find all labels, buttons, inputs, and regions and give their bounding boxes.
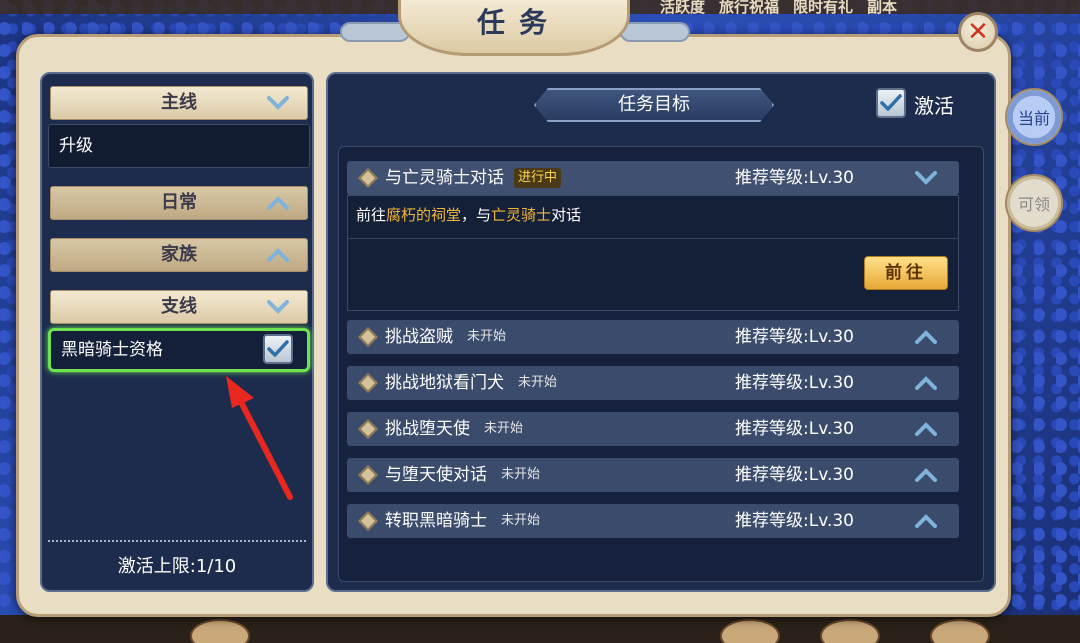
task-name: 挑战盗贼 — [385, 327, 453, 347]
task-name: 与堕天使对话 — [385, 465, 487, 485]
background-tab[interactable]: 限时有礼 — [793, 0, 853, 17]
task-status: 未开始 — [501, 467, 541, 482]
activate-checkbox[interactable] — [876, 88, 906, 118]
background-bottom-button[interactable] — [190, 619, 250, 643]
task-name: 挑战地狱看门犬 — [385, 373, 504, 393]
chevron-down-icon — [915, 171, 937, 185]
task-row[interactable]: 与堕天使对话 未开始 推荐等级:Lv.30 — [347, 458, 959, 492]
background-tab[interactable]: 活跃度 — [660, 0, 705, 17]
task-level: 推荐等级:Lv.30 — [735, 511, 854, 531]
category-family[interactable]: 家族 — [50, 238, 308, 272]
diamond-icon — [358, 373, 378, 393]
category-side[interactable]: 支线 — [50, 290, 308, 324]
category-label: 主线 — [161, 92, 197, 113]
close-icon: ✕ — [967, 17, 989, 47]
task-status: 进行中 — [514, 168, 562, 188]
diamond-icon — [358, 419, 378, 439]
claimable-label: 可领 — [1017, 195, 1050, 214]
task-row[interactable]: 挑战地狱看门犬 未开始 推荐等级:Lv.30 — [347, 366, 959, 400]
task-row[interactable]: 与亡灵骑士对话 进行中 推荐等级:Lv.30 — [347, 161, 959, 195]
task-row[interactable]: 挑战盗贼 未开始 推荐等级:Lv.30 — [347, 320, 959, 354]
quest-checkbox[interactable] — [263, 334, 293, 364]
category-label: 家族 — [161, 244, 197, 265]
task-name: 挑战堕天使 — [385, 419, 470, 439]
task-description: 前往腐朽的祠堂，与亡灵骑士对话 — [356, 206, 582, 224]
task-level: 推荐等级:Lv.30 — [735, 168, 854, 188]
task-list: 与亡灵骑士对话 进行中 推荐等级:Lv.30 前往腐朽的祠堂，与亡灵骑士对话 前往… — [338, 146, 984, 582]
task-level: 推荐等级:Lv.30 — [735, 373, 854, 393]
diamond-icon — [358, 327, 378, 347]
chevron-up-icon — [267, 196, 289, 210]
current-tab-button[interactable]: 当前 — [1005, 88, 1063, 146]
task-row[interactable]: 挑战堕天使 未开始 推荐等级:Lv.30 — [347, 412, 959, 446]
current-label: 当前 — [1017, 109, 1050, 128]
chevron-up-icon — [267, 248, 289, 262]
task-row[interactable]: 转职黑暗骑士 未开始 推荐等级:Lv.30 — [347, 504, 959, 538]
task-status: 未开始 — [501, 513, 541, 528]
chevron-down-icon — [267, 96, 289, 110]
category-label: 支线 — [161, 296, 197, 317]
checkmark-icon — [267, 340, 289, 357]
task-detail: 前往腐朽的祠堂，与亡灵骑士对话 前往 — [347, 195, 959, 311]
chevron-down-icon — [267, 300, 289, 314]
divider — [48, 540, 306, 542]
chevron-up-icon — [915, 330, 937, 344]
chevron-up-icon — [915, 376, 937, 390]
background-bottom-button[interactable] — [720, 619, 780, 643]
category-daily[interactable]: 日常 — [50, 186, 308, 220]
background-bottom-button[interactable] — [930, 619, 990, 643]
chevron-up-icon — [915, 468, 937, 482]
red-arrow-icon — [226, 376, 293, 500]
quest-category-panel: 主线 升级 日常 家族 支线 黑暗骑士资格 激活上限:1/10 — [40, 72, 314, 592]
category-label: 日常 — [161, 192, 197, 213]
task-level: 推荐等级:Lv.30 — [735, 465, 854, 485]
chevron-up-icon — [915, 514, 937, 528]
background-bottom-bar — [0, 615, 1080, 643]
activation-limit: 激活上限:1/10 — [117, 556, 237, 577]
diamond-icon — [358, 511, 378, 531]
goal-title: 任务目标 — [534, 88, 774, 122]
background-bottom-button[interactable] — [820, 619, 880, 643]
background-tab[interactable]: 副本 — [867, 0, 897, 17]
quest-item-label: 升级 — [59, 136, 93, 156]
title-wing-right — [620, 22, 690, 42]
quest-item-side[interactable]: 黑暗骑士资格 — [48, 328, 310, 372]
chevron-up-icon — [915, 422, 937, 436]
quest-item-main[interactable]: 升级 — [48, 124, 310, 168]
claimable-tab-button[interactable]: 可领 — [1005, 174, 1063, 232]
window-title: 任务 — [476, 6, 561, 39]
category-main[interactable]: 主线 — [50, 86, 308, 120]
detail-separator — [348, 238, 958, 239]
task-level: 推荐等级:Lv.30 — [735, 419, 854, 439]
quest-detail-panel: 任务目标 激活 与亡灵骑士对话 进行中 推荐等级:Lv.30 前往腐朽的祠堂，与亡… — [326, 72, 996, 592]
quest-item-label: 黑暗骑士资格 — [61, 340, 163, 360]
diamond-icon — [358, 168, 378, 188]
task-status: 未开始 — [467, 329, 507, 344]
task-name: 转职黑暗骑士 — [385, 511, 487, 531]
background-tabs: 活跃度 旅行祝福 限时有礼 副本 — [660, 0, 897, 17]
task-status: 未开始 — [484, 421, 524, 436]
background-tab[interactable]: 旅行祝福 — [719, 0, 779, 17]
diamond-icon — [358, 465, 378, 485]
go-button[interactable]: 前往 — [864, 256, 948, 290]
task-name: 与亡灵骑士对话 — [385, 168, 504, 188]
activate-label: 激活 — [914, 94, 954, 118]
close-button[interactable]: ✕ — [958, 12, 998, 52]
title-plate: 任务 — [398, 0, 630, 56]
checkmark-icon — [880, 94, 902, 111]
task-status: 未开始 — [518, 375, 558, 390]
task-level: 推荐等级:Lv.30 — [735, 327, 854, 347]
